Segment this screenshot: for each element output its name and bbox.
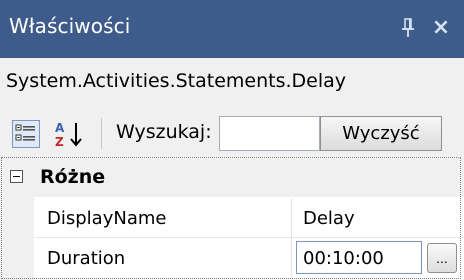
clear-button[interactable]: Wyczyść (320, 116, 442, 151)
selected-object-type: System.Activities.Statements.Delay (0, 58, 464, 107)
property-grid: Różne DisplayName Delay Duration 00:10:0… (0, 157, 464, 280)
properties-toolbar: A Z Wyszukaj: Wyczyść (0, 107, 464, 157)
close-icon[interactable]: × (430, 16, 452, 40)
toolbar-separator (101, 118, 102, 149)
sort-alphabetical-icon[interactable]: A Z (52, 118, 90, 150)
title-bar: Właściwości × (0, 0, 464, 59)
properties-panel: Właściwości × System.Activities.Statemen… (0, 0, 464, 280)
search-input[interactable] (219, 116, 320, 151)
object-type-label: System.Activities.Statements.Delay (6, 70, 347, 92)
search-label: Wyszukaj: (116, 121, 212, 143)
categorized-view-icon[interactable] (12, 120, 40, 148)
svg-text:Z: Z (55, 135, 64, 149)
pin-icon[interactable] (397, 16, 419, 40)
svg-text:A: A (55, 121, 65, 135)
panel-title: Właściwości (9, 14, 131, 38)
grid-focus-frame (1, 157, 461, 279)
